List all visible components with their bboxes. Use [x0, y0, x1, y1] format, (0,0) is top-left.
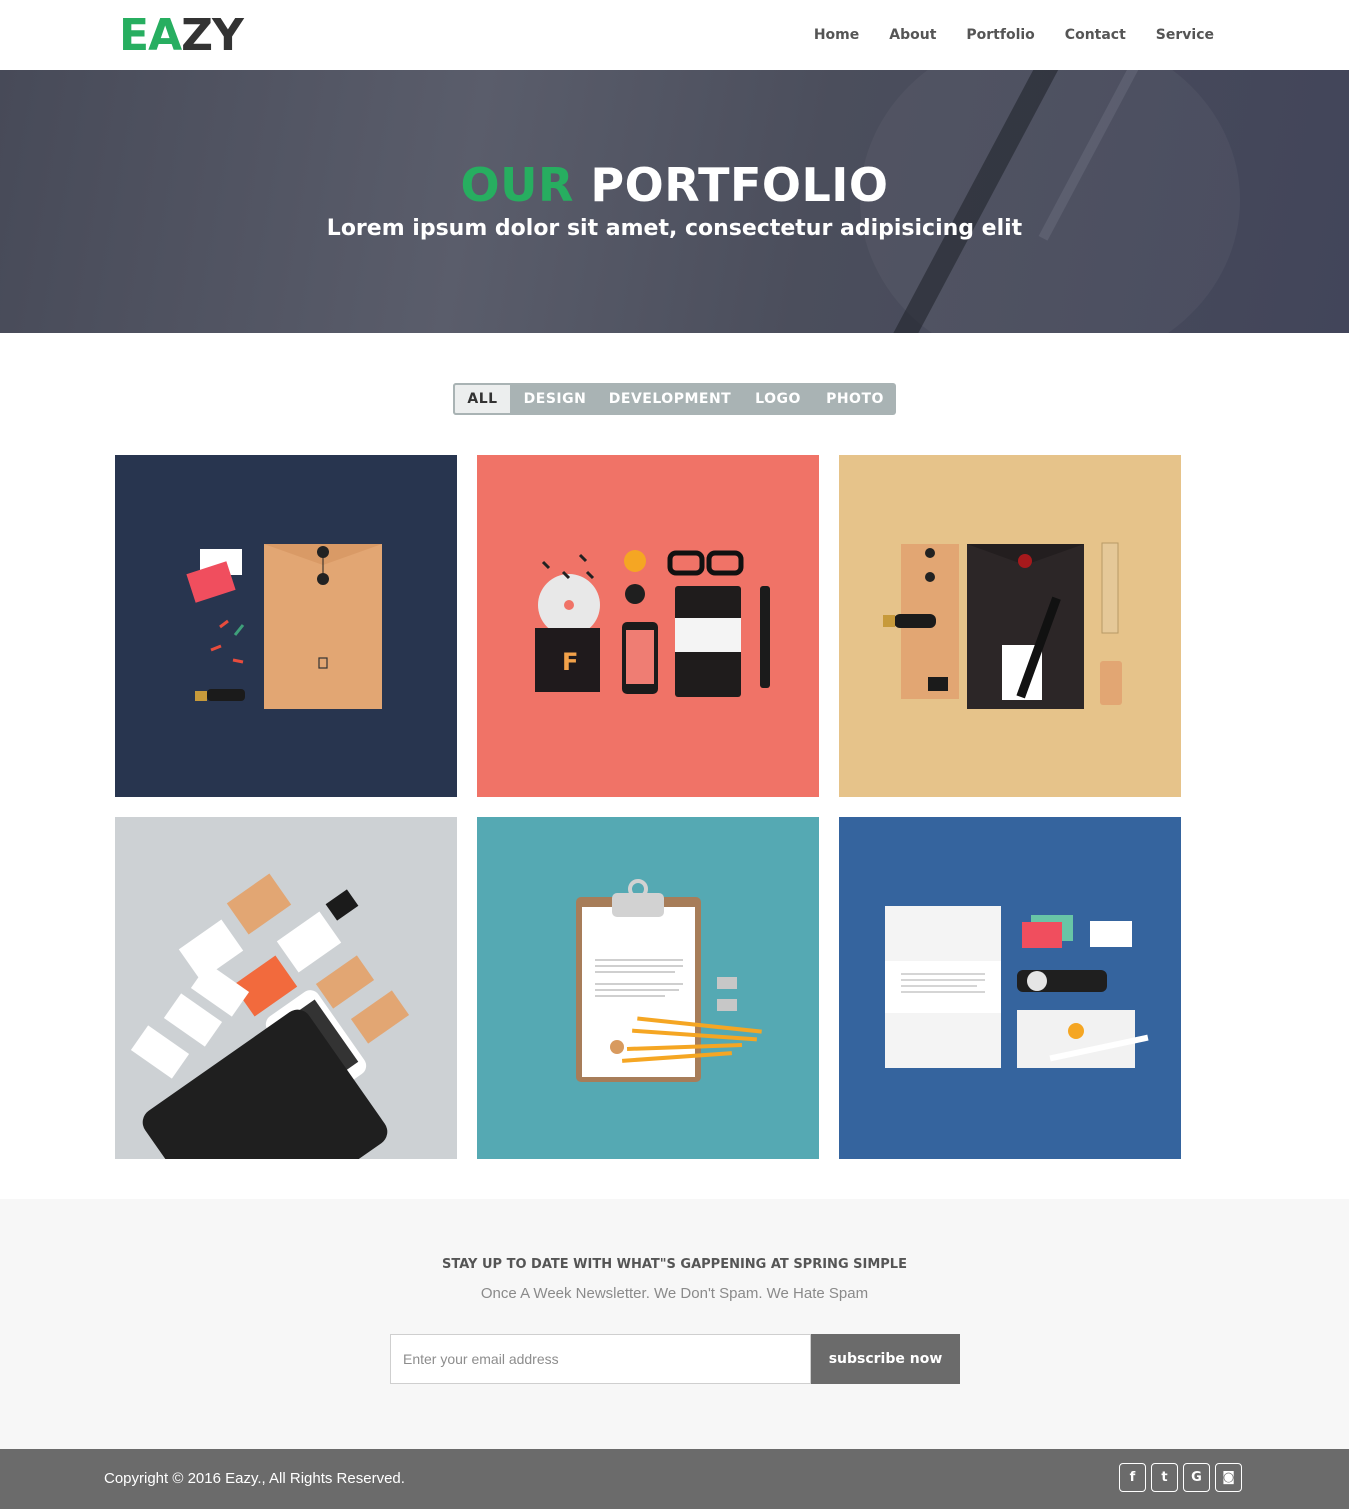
subscribe-button[interactable]: subscribe now: [811, 1334, 960, 1384]
newsletter-title: STAY UP TO DATE WITH WHAT"S GAPPENING AT…: [442, 1257, 907, 1272]
nav-contact[interactable]: Contact: [1065, 27, 1126, 43]
portfolio-item[interactable]: [839, 817, 1181, 1159]
portfolio-filter-bar: ALL DESIGN DEVELOPMENT LOGO PHOTO: [453, 383, 896, 415]
logo-letters-zy: ZY: [181, 10, 244, 61]
nav-home[interactable]: Home: [814, 27, 859, 43]
filter-design[interactable]: DESIGN: [512, 383, 598, 415]
portfolio-image-dark-folder-set: [839, 455, 1181, 797]
page-title: OUR PORTFOLIO: [0, 158, 1349, 212]
newsletter-section: STAY UP TO DATE WITH WHAT"S GAPPENING AT…: [0, 1199, 1349, 1449]
copyright-text: Copyright © 2016 Eazy., All Rights Reser…: [104, 1470, 405, 1487]
site-footer: Copyright © 2016 Eazy., All Rights Reser…: [0, 1449, 1349, 1509]
portfolio-item[interactable]: F: [477, 455, 819, 797]
email-input[interactable]: [390, 1334, 811, 1384]
instagram-icon[interactable]: ◙: [1215, 1463, 1242, 1492]
portfolio-item[interactable]: [839, 455, 1181, 797]
logo-letter-e: E: [119, 10, 149, 61]
portfolio-item[interactable]: [115, 455, 457, 797]
newsletter-form: subscribe now: [390, 1334, 960, 1384]
filter-photo[interactable]: PHOTO: [814, 383, 896, 415]
nav-about[interactable]: About: [889, 27, 936, 43]
eazy-logo[interactable]: EAZY: [119, 10, 244, 61]
logo-letter-a: A: [148, 10, 182, 61]
filter-logo[interactable]: LOGO: [742, 383, 814, 415]
hero-banner: OUR PORTFOLIO Lorem ipsum dolor sit amet…: [0, 70, 1349, 333]
nav-portfolio[interactable]: Portfolio: [966, 27, 1034, 43]
portfolio-image-letterhead: [839, 817, 1181, 1159]
portfolio-image-branding-tags: [115, 817, 457, 1159]
site-header: EAZY Home About Portfolio Contact Servic…: [0, 0, 1349, 70]
portfolio-image-stationery-set: F: [477, 455, 819, 797]
portfolio-image-clipboard: [477, 817, 819, 1159]
hero-subtitle: Lorem ipsum dolor sit amet, consectetur …: [326, 216, 1023, 241]
facebook-icon[interactable]: f: [1119, 1463, 1146, 1492]
newsletter-subtitle: Once A Week Newsletter. We Don't Spam. W…: [480, 1285, 869, 1302]
filter-development[interactable]: DEVELOPMENT: [598, 383, 742, 415]
portfolio-image-envelope-set: [115, 455, 457, 797]
twitter-icon[interactable]: t: [1151, 1463, 1178, 1492]
main-nav: Home About Portfolio Contact Service: [814, 0, 1214, 70]
page-title-accent: OUR: [460, 158, 574, 212]
svg-text:F: F: [562, 648, 578, 676]
portfolio-item[interactable]: [115, 817, 457, 1159]
nav-service[interactable]: Service: [1156, 27, 1214, 43]
google-icon[interactable]: G: [1183, 1463, 1210, 1492]
filter-all[interactable]: ALL: [453, 383, 512, 415]
portfolio-item[interactable]: [477, 817, 819, 1159]
social-links: f t G ◙: [1119, 1463, 1242, 1492]
page-title-rest: PORTFOLIO: [590, 158, 889, 212]
